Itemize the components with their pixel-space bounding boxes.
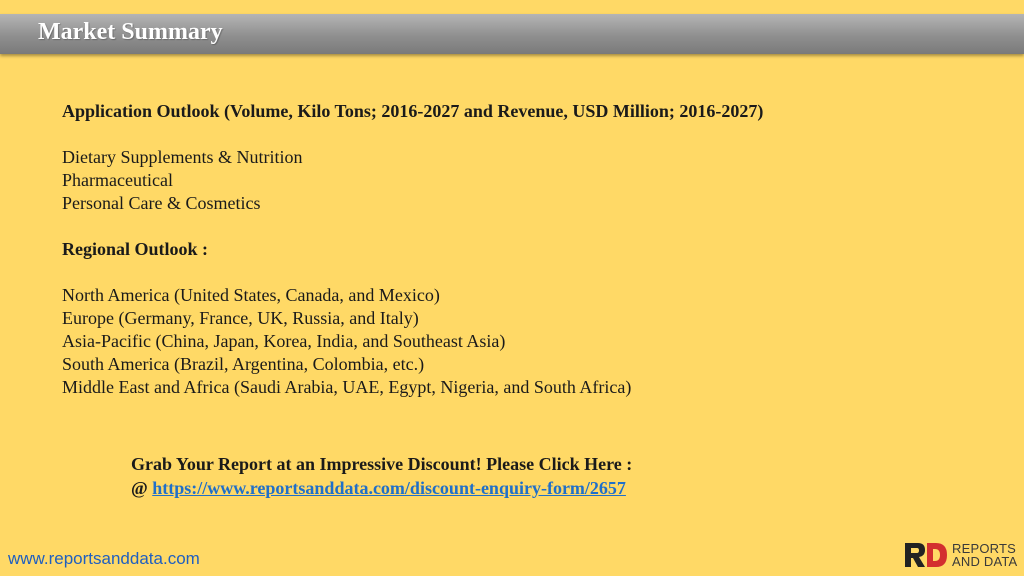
market-summary-content: Application Outlook (Volume, Kilo Tons; …	[62, 100, 982, 399]
region-item: South America (Brazil, Argentina, Colomb…	[62, 354, 425, 374]
discount-cta-text: Grab Your Report at an Impressive Discou…	[131, 454, 633, 474]
region-item: Asia-Pacific (China, Japan, Korea, India…	[62, 331, 506, 351]
application-outlook-heading: Application Outlook (Volume, Kilo Tons; …	[62, 101, 764, 121]
logo-wordmark: REPORTS AND DATA	[952, 542, 1017, 568]
region-item: Europe (Germany, France, UK, Russia, and…	[62, 308, 419, 328]
logo-line-2: AND DATA	[952, 554, 1018, 569]
application-item: Personal Care & Cosmetics	[62, 193, 261, 213]
regional-outlook-heading: Regional Outlook :	[62, 239, 209, 259]
application-item: Pharmaceutical	[62, 170, 173, 190]
title-bar: Market Summary	[0, 14, 1024, 54]
footer-website-link[interactable]: www.reportsanddata.com	[8, 549, 200, 569]
discount-enquiry-link[interactable]: https://www.reportsanddata.com/discount-…	[152, 478, 626, 498]
page-title: Market Summary	[38, 19, 223, 45]
region-item: Middle East and Africa (Saudi Arabia, UA…	[62, 377, 632, 397]
discount-link-line: @ https://www.reportsanddata.com/discoun…	[131, 476, 632, 500]
region-item: North America (United States, Canada, an…	[62, 285, 440, 305]
discount-cta: Grab Your Report at an Impressive Discou…	[131, 452, 632, 500]
link-prefix: @	[131, 478, 153, 498]
reports-and-data-logo: REPORTS AND DATA	[903, 540, 1017, 570]
application-item: Dietary Supplements & Nutrition	[62, 147, 303, 167]
rd-logo-icon	[905, 543, 947, 567]
